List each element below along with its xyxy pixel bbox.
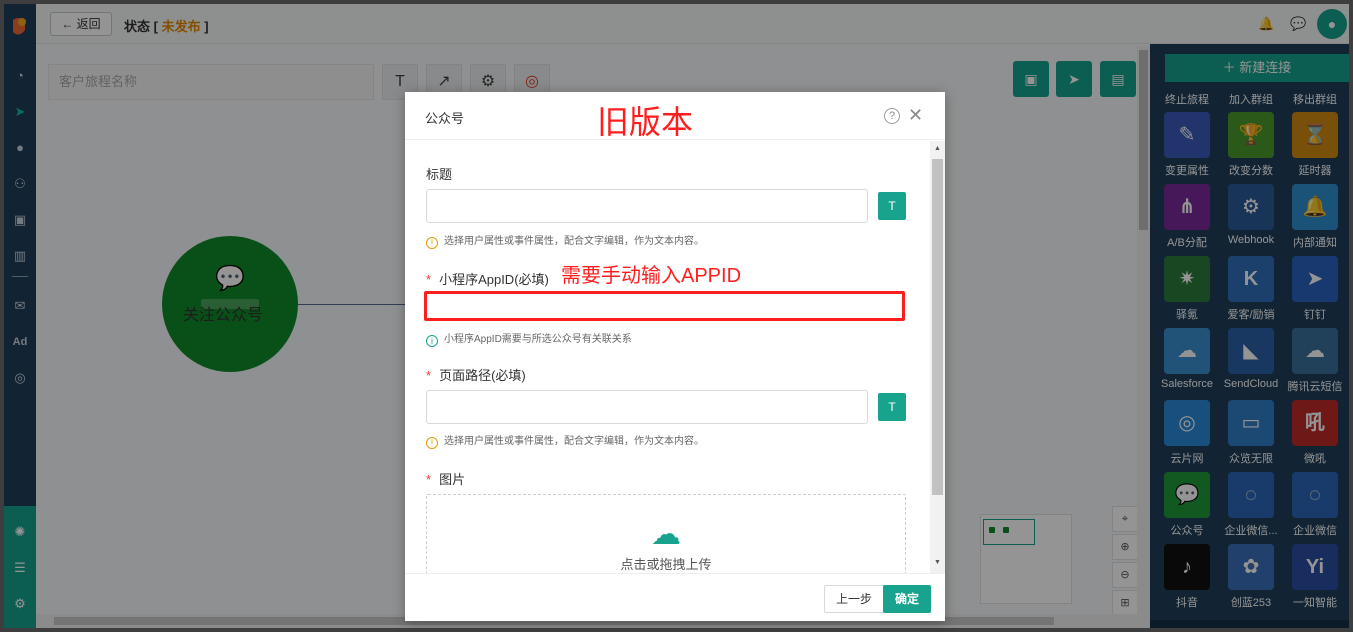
dialog-scrollbar[interactable]: ▲ ▼	[930, 141, 945, 573]
scroll-up-icon[interactable]: ▲	[933, 145, 942, 152]
appid-label-text: 小程序AppID(必填)	[439, 272, 549, 287]
path-label-text: 页面路径(必填)	[439, 368, 526, 383]
dialog-body: 标题 T ! 选择用户属性或事件属性，配合文字编辑，作为文本内容。 * 小程序App…	[405, 141, 930, 573]
appid-field-label: * 小程序AppID(必填)	[426, 269, 549, 288]
dialog-title: 公众号	[425, 111, 465, 126]
scroll-down-icon[interactable]: ▼	[933, 559, 942, 566]
path-hint-text: 选择用户属性或事件属性，配合文字编辑，作为文本内容。	[444, 436, 704, 447]
required-mark: *	[426, 368, 432, 383]
required-mark: *	[426, 272, 432, 287]
close-icon[interactable]: ✕	[908, 105, 923, 125]
title-field-label: 标题	[426, 167, 453, 182]
appid-hint: i 小程序AppID需要与所选公众号有关联关系	[426, 330, 632, 347]
title-hint-text: 选择用户属性或事件属性，配合文字编辑，作为文本内容。	[444, 236, 704, 247]
appid-input[interactable]	[424, 291, 905, 321]
dialog-footer: 上一步 确定	[405, 573, 945, 621]
cloud-upload-icon: ☁	[651, 518, 681, 551]
path-input[interactable]	[426, 390, 868, 424]
info-icon: !	[426, 437, 438, 449]
old-version-annotation: 旧版本	[597, 104, 694, 140]
path-hint: ! 选择用户属性或事件属性，配合文字编辑，作为文本内容。	[426, 432, 704, 449]
image-field-label: * 图片	[426, 469, 465, 488]
title-input[interactable]	[426, 189, 868, 223]
appid-annotation: 需要手动输入APPID	[561, 265, 742, 287]
scroll-thumb[interactable]	[932, 159, 943, 495]
help-icon[interactable]: ?	[884, 108, 900, 124]
title-hint: ! 选择用户属性或事件属性，配合文字编辑，作为文本内容。	[426, 232, 704, 249]
appid-hint-text: 小程序AppID需要与所选公众号有关联关系	[444, 334, 632, 345]
path-field-label: * 页面路径(必填)	[426, 365, 526, 384]
dialog-header: 公众号 旧版本 ? ✕	[405, 92, 945, 140]
image-label-text: 图片	[439, 472, 466, 487]
required-mark: *	[426, 472, 432, 487]
insert-attribute-button[interactable]: T	[878, 192, 906, 220]
official-account-dialog: 公众号 旧版本 ? ✕ 标题 T ! 选择用户属性或事件属性，配合文字编辑，作为文…	[405, 92, 945, 621]
info-icon: i	[426, 335, 438, 347]
insert-attribute-button[interactable]: T	[878, 393, 906, 421]
upload-text: 点击或拖拽上传	[620, 557, 712, 572]
confirm-button[interactable]: 确定	[883, 585, 931, 613]
info-icon: !	[426, 237, 438, 249]
image-upload-area[interactable]: ☁ 点击或拖拽上传	[426, 494, 906, 573]
previous-step-button[interactable]: 上一步	[824, 585, 884, 613]
text-attr-icon: T	[888, 400, 896, 414]
text-attr-icon: T	[888, 199, 896, 213]
